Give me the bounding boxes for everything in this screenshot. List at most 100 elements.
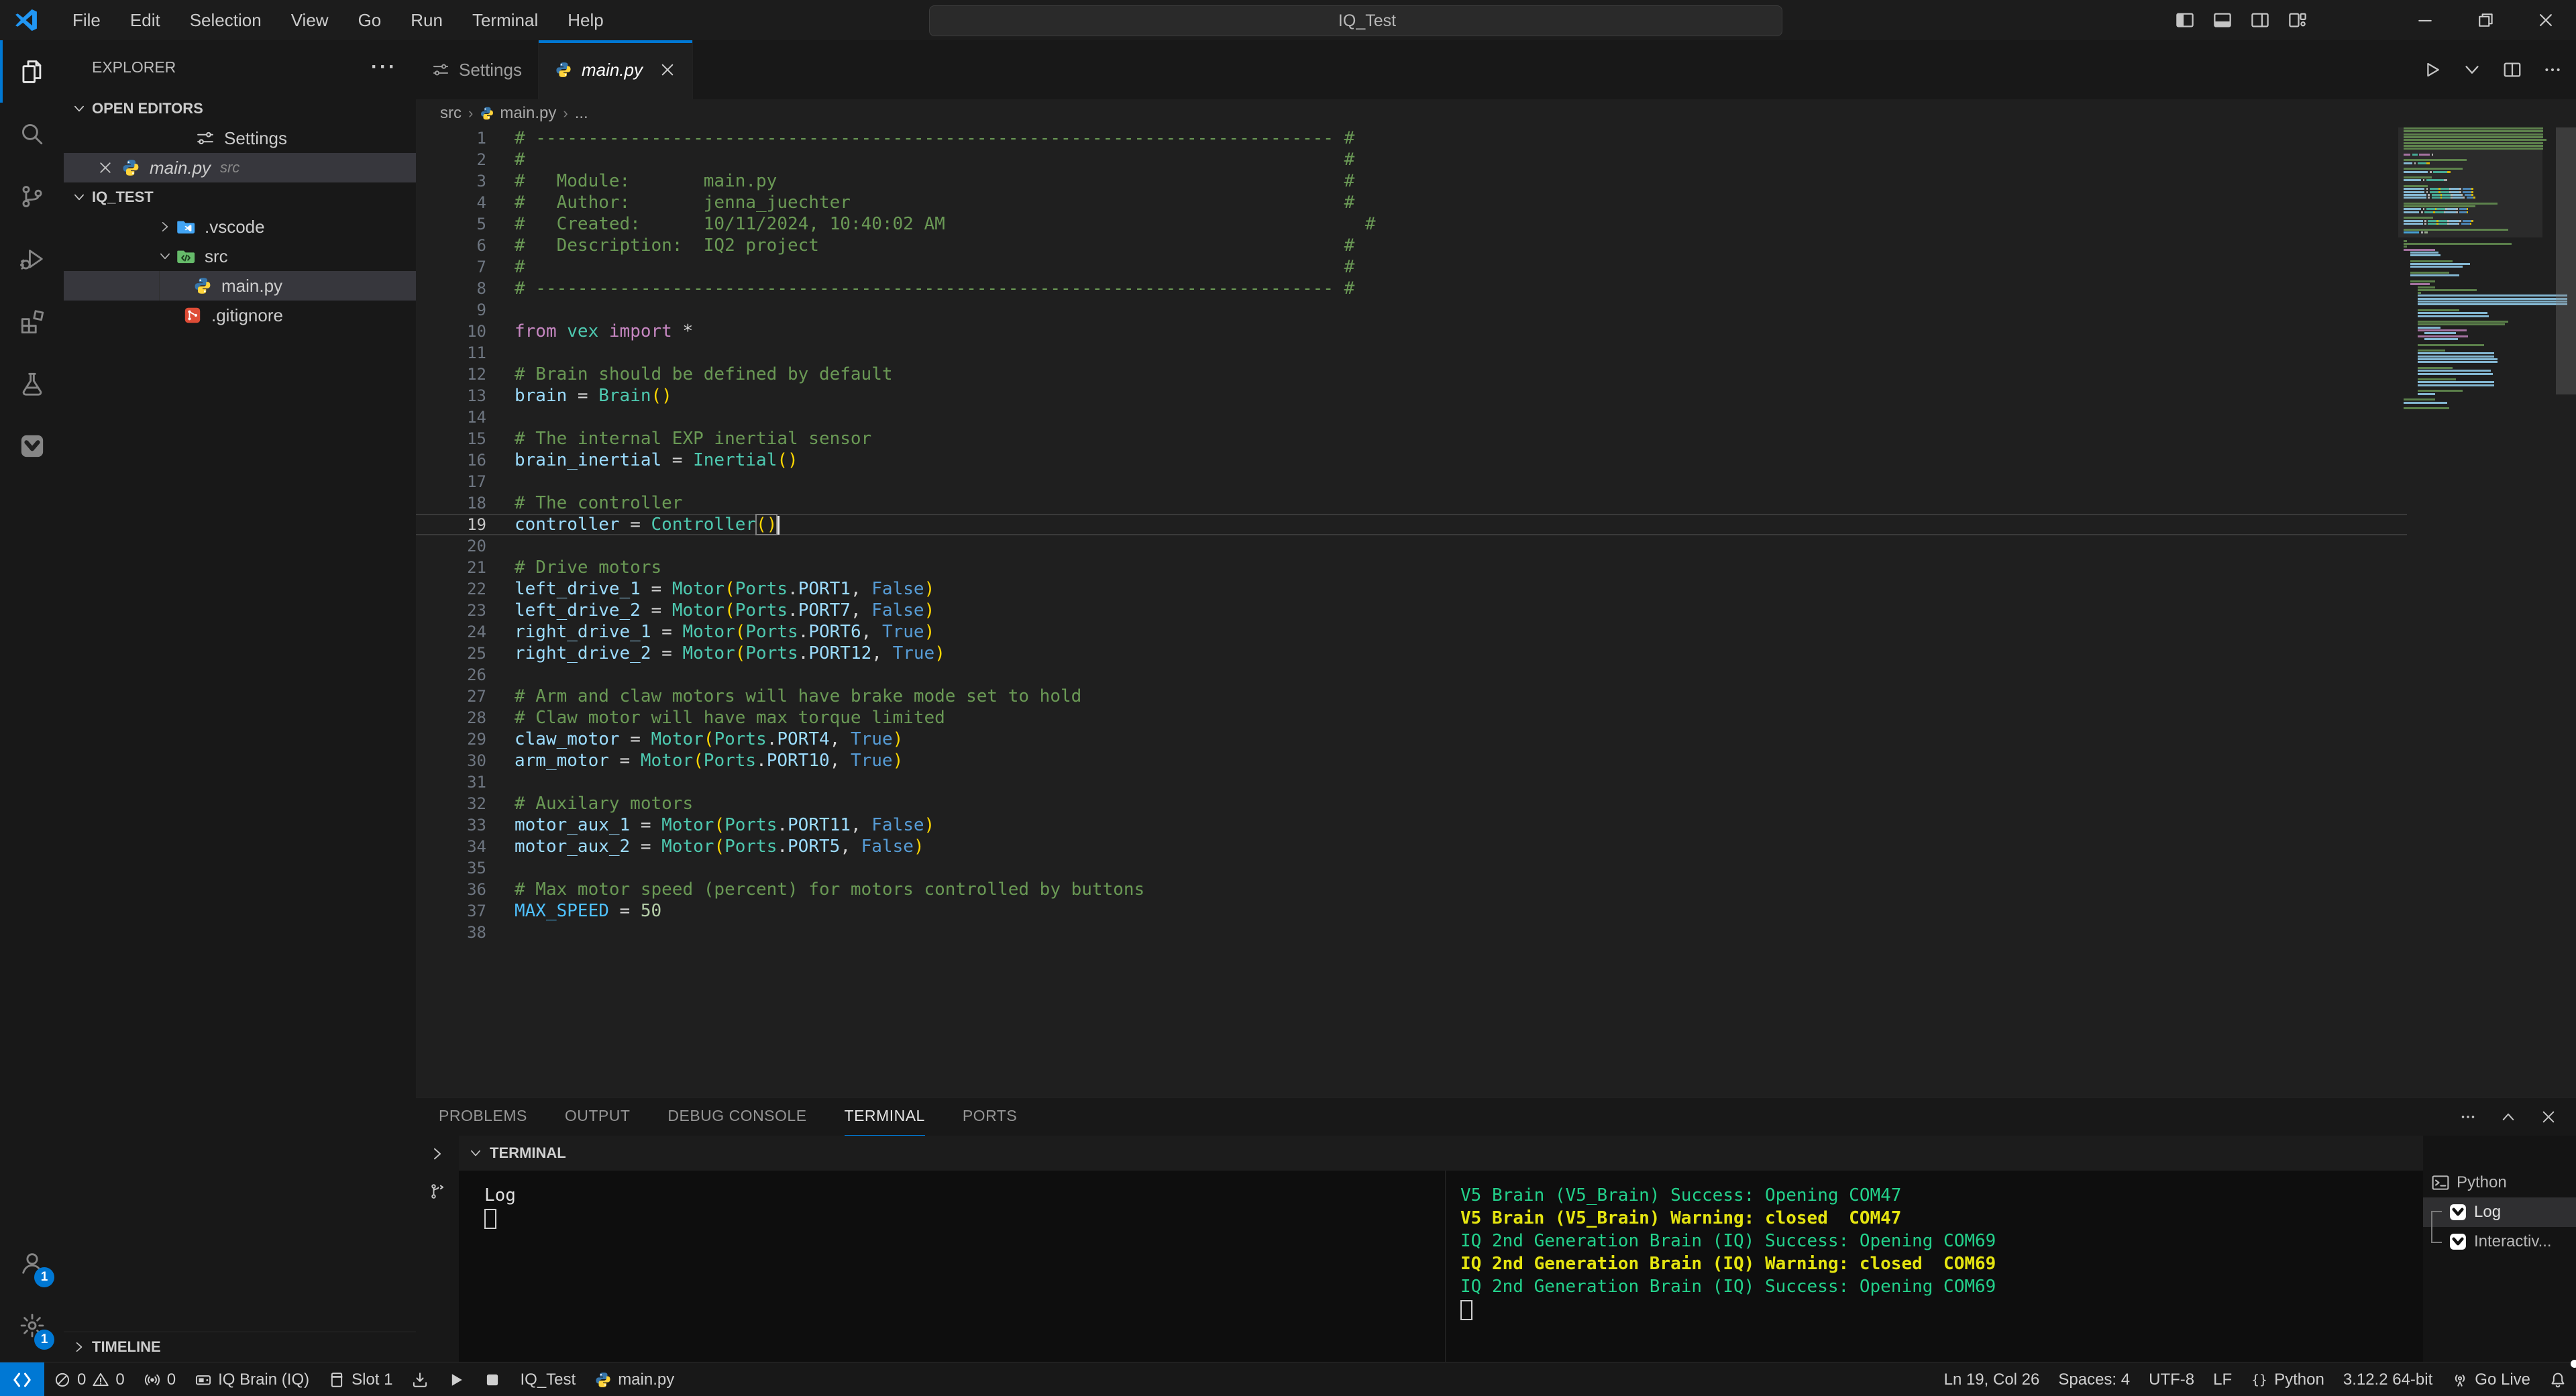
activity-testing[interactable] xyxy=(0,352,64,415)
code-line-27[interactable]: 27# Arm and claw motors will have brake … xyxy=(416,686,2576,707)
tree-item-src[interactable]: src xyxy=(64,241,416,271)
code-line-34[interactable]: 34motor_aux_2 = Motor(Ports.PORT5, False… xyxy=(416,836,2576,857)
code-line-21[interactable]: 21# Drive motors xyxy=(416,557,2576,578)
code-line-16[interactable]: 16brain_inertial = Inertial() xyxy=(416,449,2576,471)
activity-explorer[interactable] xyxy=(0,40,64,103)
code-line-14[interactable]: 14 xyxy=(416,407,2576,428)
status-vex-run[interactable] xyxy=(438,1362,474,1396)
code-line-32[interactable]: 32# Auxilary motors xyxy=(416,793,2576,814)
menu-edit[interactable]: Edit xyxy=(115,0,175,40)
status-remote-indicator[interactable] xyxy=(0,1362,44,1396)
open-editor-settings[interactable]: Settings xyxy=(64,123,416,153)
panel-tab-terminal[interactable]: TERMINAL xyxy=(845,1097,925,1137)
code-editor[interactable]: 1# -------------------------------------… xyxy=(416,127,2576,1097)
code-line-30[interactable]: 30arm_motor = Motor(Ports.PORT10, True) xyxy=(416,750,2576,771)
menu-selection[interactable]: Selection xyxy=(175,0,276,40)
code-line-19[interactable]: 19controller = Controller() xyxy=(416,514,2576,535)
menu-go[interactable]: Go xyxy=(343,0,396,40)
open-editors-header[interactable]: OPEN EDITORS xyxy=(64,94,416,123)
activity-accounts[interactable]: 1 xyxy=(0,1232,64,1294)
editor-scrollbar[interactable] xyxy=(2556,127,2576,394)
status-problems[interactable]: 00 xyxy=(44,1362,134,1396)
code-line-5[interactable]: 5# Created: 10/11/2024, 10:40:02 AM # xyxy=(416,213,2576,235)
layout-sidebar-icon[interactable] xyxy=(2175,10,2195,30)
panel-tab-debug-console[interactable]: DEBUG CONSOLE xyxy=(667,1097,806,1137)
status-python-interpreter[interactable]: 3.12.2 64-bit xyxy=(2334,1362,2442,1396)
status-encoding[interactable]: UTF-8 xyxy=(2139,1362,2204,1396)
status-vex-slot[interactable]: Slot 1 xyxy=(319,1362,402,1396)
command-center-search[interactable]: IQ_Test xyxy=(929,5,1782,36)
minimap[interactable] xyxy=(2398,127,2542,1097)
activity-search[interactable] xyxy=(0,103,64,165)
code-line-35[interactable]: 35 xyxy=(416,857,2576,879)
panel-tab-output[interactable]: OUTPUT xyxy=(565,1097,631,1137)
code-line-18[interactable]: 18# The controller xyxy=(416,492,2576,514)
panel-tab-problems[interactable]: PROBLEMS xyxy=(439,1097,527,1137)
close-icon[interactable] xyxy=(97,160,113,176)
code-line-33[interactable]: 33motor_aux_1 = Motor(Ports.PORT11, Fals… xyxy=(416,814,2576,836)
tree-item-gitignore[interactable]: .gitignore xyxy=(64,301,416,330)
layout-right-icon[interactable] xyxy=(2250,10,2270,30)
terminal-branch-icon[interactable] xyxy=(429,1183,446,1200)
code-line-2[interactable]: 2# # xyxy=(416,149,2576,170)
breadcrumb-item[interactable]: src xyxy=(440,104,462,123)
run-icon[interactable] xyxy=(2422,60,2442,80)
breadcrumb-item[interactable]: main.py xyxy=(480,104,556,123)
chevron-right-icon[interactable] xyxy=(429,1145,446,1163)
terminal-output-pane[interactable]: V5 Brain (V5_Brain) Success: Opening COM… xyxy=(1446,1171,2423,1362)
activity-source-control[interactable] xyxy=(0,165,64,227)
menu-terminal[interactable]: Terminal xyxy=(458,0,553,40)
tab-main-py[interactable]: main.py xyxy=(539,40,693,99)
activity-run-and-debug[interactable] xyxy=(0,227,64,290)
code-line-15[interactable]: 15# The internal EXP inertial sensor xyxy=(416,428,2576,449)
terminal-list-python[interactable]: Python xyxy=(2423,1168,2576,1197)
layout-custom-icon[interactable] xyxy=(2288,10,2308,30)
code-line-37[interactable]: 37MAX_SPEED = 50 xyxy=(416,900,2576,922)
close-icon[interactable] xyxy=(2540,1108,2557,1126)
code-line-10[interactable]: 10from vex import * xyxy=(416,321,2576,342)
tree-item-mainpy[interactable]: main.py xyxy=(64,271,416,301)
code-line-24[interactable]: 24right_drive_1 = Motor(Ports.PORT6, Tru… xyxy=(416,621,2576,643)
window-close[interactable] xyxy=(2516,0,2576,40)
status-eol[interactable]: LF xyxy=(2204,1362,2241,1396)
code-line-1[interactable]: 1# -------------------------------------… xyxy=(416,127,2576,149)
terminal-section-header[interactable]: TERMINAL xyxy=(459,1136,2432,1171)
code-line-7[interactable]: 7# # xyxy=(416,256,2576,278)
status-notifications[interactable] xyxy=(2540,1362,2576,1396)
menu-help[interactable]: Help xyxy=(553,0,618,40)
status-indentation[interactable]: Spaces: 4 xyxy=(2049,1362,2139,1396)
code-line-31[interactable]: 31 xyxy=(416,771,2576,793)
code-line-28[interactable]: 28# Claw motor will have max torque limi… xyxy=(416,707,2576,729)
terminal-log-pane[interactable]: Log xyxy=(459,1171,1446,1362)
open-editor-main-py[interactable]: main.pysrc xyxy=(64,153,416,182)
code-line-12[interactable]: 12# Brain should be defined by default xyxy=(416,364,2576,385)
code-line-38[interactable]: 38 xyxy=(416,922,2576,943)
kebab-icon[interactable] xyxy=(2459,1108,2477,1126)
terminal-list-log[interactable]: Log xyxy=(2423,1197,2576,1227)
code-line-13[interactable]: 13brain = Brain() xyxy=(416,385,2576,407)
panel-tab-ports[interactable]: PORTS xyxy=(963,1097,1017,1137)
status-vex-project[interactable]: IQ_Test xyxy=(511,1362,585,1396)
window-minimize[interactable] xyxy=(2395,0,2455,40)
close-icon[interactable] xyxy=(659,61,676,78)
workspace-header[interactable]: IQ_TEST xyxy=(64,182,416,212)
tree-item-vscode[interactable]: .vscode xyxy=(64,212,416,241)
status-language-mode[interactable]: {}Python xyxy=(2241,1362,2334,1396)
code-line-23[interactable]: 23left_drive_2 = Motor(Ports.PORT7, Fals… xyxy=(416,600,2576,621)
code-line-6[interactable]: 6# Description: IQ2 project # xyxy=(416,235,2576,256)
code-line-29[interactable]: 29claw_motor = Motor(Ports.PORT4, True) xyxy=(416,729,2576,750)
code-line-17[interactable]: 17 xyxy=(416,471,2576,492)
chevron-down-icon[interactable] xyxy=(468,1146,483,1161)
status-vex-device[interactable]: IQ Brain (IQ) xyxy=(185,1362,319,1396)
status-active-file[interactable]: main.py xyxy=(585,1362,684,1396)
code-line-25[interactable]: 25right_drive_2 = Motor(Ports.PORT12, Tr… xyxy=(416,643,2576,664)
tab-settings[interactable]: Settings xyxy=(416,40,539,99)
code-line-22[interactable]: 22left_drive_1 = Motor(Ports.PORT1, Fals… xyxy=(416,578,2576,600)
menu-run[interactable]: Run xyxy=(396,0,458,40)
code-line-20[interactable]: 20 xyxy=(416,535,2576,557)
menu-file[interactable]: File xyxy=(58,0,115,40)
code-line-26[interactable]: 26 xyxy=(416,664,2576,686)
code-line-36[interactable]: 36# Max motor speed (percent) for motors… xyxy=(416,879,2576,900)
code-line-3[interactable]: 3# Module: main.py # xyxy=(416,170,2576,192)
status-vex-feedback[interactable]: 0 xyxy=(134,1362,185,1396)
